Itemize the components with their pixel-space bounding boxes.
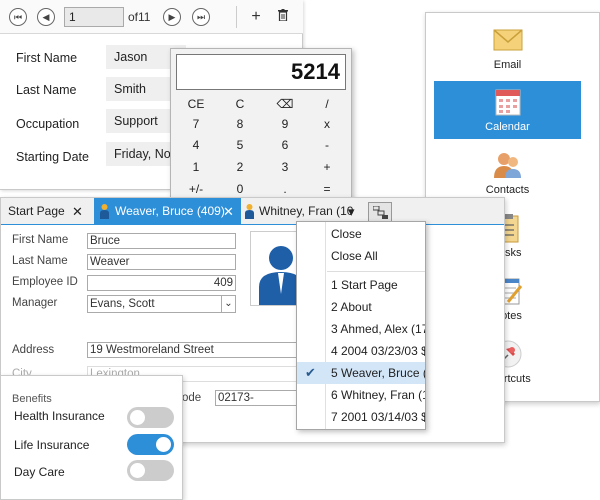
chevron-down-icon[interactable]: ⌄ — [221, 296, 235, 312]
tab-list-button[interactable] — [368, 202, 392, 222]
manager-select[interactable]: Evans, Scott ⌄ — [87, 295, 236, 313]
person-icon — [100, 204, 109, 219]
calc-key[interactable]: 4 — [176, 136, 216, 154]
close-tab-icon[interactable]: ✕ — [223, 198, 234, 225]
calc-key[interactable]: 9 — [265, 115, 305, 133]
menu-item-tab-5[interactable]: ✔ 5 Weaver, Bruce ( — [297, 362, 426, 384]
nav-item-contacts[interactable]: Contacts — [434, 144, 581, 202]
trash-icon — [278, 9, 288, 22]
tab-weaver-bruce[interactable]: Weaver, Bruce (409) ✕ — [94, 198, 241, 225]
tab-label: Weaver, Bruce (409) — [115, 204, 225, 218]
health-insurance-toggle[interactable] — [127, 407, 174, 428]
menu-item-tab-3[interactable]: 3 Ahmed, Alex (17 — [297, 318, 425, 340]
calculator-display: 5214 — [176, 54, 346, 90]
life-insurance-label: Life Insurance — [14, 438, 90, 452]
calc-key[interactable]: 7 — [176, 115, 216, 133]
calc-key[interactable]: +/- — [176, 180, 216, 198]
address-input[interactable]: 19 Westmoreland Street — [87, 342, 297, 358]
nav-item-email[interactable]: Email — [434, 19, 581, 77]
calc-key[interactable]: CE — [176, 95, 216, 113]
menu-item-tab-7[interactable]: 7 2001 03/14/03 $444 — [297, 406, 425, 428]
last-name-input[interactable]: Weaver — [87, 254, 236, 270]
calc-key[interactable]: = — [307, 180, 347, 198]
calculator-panel: 5214 CE C ⌫/ 7 8 9 x 4 5 6- 1 2 3 + +/- 0. = — [170, 48, 352, 208]
menu-item-tab-4[interactable]: 4 2004 03/23/03 $ — [297, 340, 425, 362]
calc-key[interactable]: + — [307, 158, 347, 176]
add-record-button[interactable]: + — [245, 6, 267, 28]
first-name-label: First Name — [16, 51, 78, 65]
day-care-toggle[interactable] — [127, 460, 174, 481]
tab-list-menu: Close Close All 1 Start Page 2 About 3 A… — [296, 221, 426, 430]
benefits-title: Benefits — [12, 393, 52, 405]
menu-item-label: 5 Weaver, Bruce ( — [331, 366, 426, 380]
menu-item-close-all[interactable]: Close All — [297, 245, 425, 267]
person-icon — [245, 204, 254, 219]
nav-item-calendar[interactable]: Calendar — [434, 81, 581, 139]
calc-key[interactable]: x — [307, 115, 347, 133]
first-name-input[interactable]: Bruce — [87, 233, 236, 249]
document-tab-strip: Start Page ✕ Weaver, Bruce (409) ✕ Whitn… — [1, 198, 504, 225]
toolbar-divider — [236, 6, 237, 28]
menu-item-tab-2[interactable]: 2 About — [297, 296, 425, 318]
calc-key[interactable]: / — [307, 95, 347, 113]
calc-key[interactable]: . — [265, 180, 305, 198]
previous-record-button[interactable]: ◀ — [37, 8, 55, 26]
calendar-icon — [495, 89, 521, 116]
first-name-label: First Name — [12, 234, 69, 246]
delete-record-button[interactable] — [272, 6, 294, 28]
contacts-icon — [494, 153, 521, 178]
first-record-button[interactable]: ⏮ — [9, 8, 27, 26]
tab-start-page[interactable]: Start Page ✕ — [1, 198, 91, 225]
calc-key[interactable]: 5 — [220, 136, 260, 154]
calc-key[interactable]: 0 — [220, 180, 260, 198]
nav-item-label: Contacts — [485, 184, 530, 196]
zip-code-input[interactable]: 02173- — [215, 390, 297, 406]
health-insurance-label: Health Insurance — [14, 409, 105, 423]
last-record-button[interactable]: ⏭ — [192, 8, 210, 26]
menu-item-tab-1[interactable]: 1 Start Page — [297, 274, 425, 296]
record-number-input[interactable]: 1 — [64, 7, 124, 27]
calc-key[interactable]: 2 — [220, 158, 260, 176]
tab-list-icon — [373, 206, 388, 219]
day-care-label: Day Care — [14, 465, 65, 479]
employee-id-label: Employee ID — [12, 276, 78, 288]
manager-label: Manager — [12, 297, 58, 309]
checkmark-icon: ✔ — [305, 365, 316, 380]
calc-key[interactable]: 6 — [265, 136, 305, 154]
benefits-panel: Benefits Health Insurance Life Insurance… — [0, 375, 183, 500]
navigator-toolbar: ⏮ ◀ 1 of11 ▶ ⏭ + — [0, 0, 303, 34]
manager-value: Evans, Scott — [90, 298, 155, 310]
calc-key[interactable]: ⌫ — [265, 95, 305, 113]
starting-date-label: Starting Date — [16, 150, 89, 164]
envelope-icon — [493, 29, 523, 51]
zip-code-label: ode — [182, 392, 202, 404]
calc-key[interactable]: 8 — [220, 115, 260, 133]
life-insurance-toggle[interactable] — [127, 434, 174, 455]
nav-item-label: Email — [493, 59, 522, 71]
record-count-label: of11 — [128, 10, 151, 24]
tab-label: Start Page — [8, 204, 65, 218]
employee-id-input[interactable]: 409 — [87, 275, 236, 291]
last-name-label: Last Name — [12, 255, 68, 267]
last-name-label: Last Name — [16, 83, 77, 97]
next-record-button[interactable]: ▶ — [163, 8, 181, 26]
calc-key[interactable]: 3 — [265, 158, 305, 176]
occupation-label: Occupation — [16, 117, 80, 131]
address-label: Address — [12, 344, 55, 356]
menu-item-tab-6[interactable]: 6 Whitney, Fran (1 — [297, 384, 425, 406]
calc-key[interactable]: - — [307, 136, 347, 154]
menu-separator — [327, 271, 425, 272]
tab-label: Whitney, Fran (10 — [259, 204, 354, 218]
menu-item-close[interactable]: Close — [297, 223, 425, 245]
nav-item-label: Calendar — [485, 121, 530, 133]
calc-key[interactable]: 1 — [176, 158, 216, 176]
close-tab-icon[interactable]: ✕ — [72, 198, 83, 225]
calc-key[interactable]: C — [220, 95, 260, 113]
